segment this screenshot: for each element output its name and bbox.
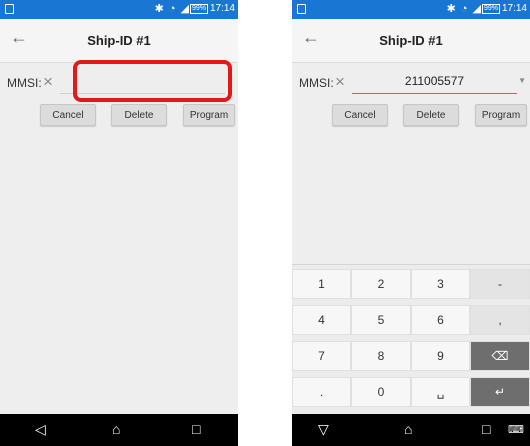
page-title: Ship-ID #1 [379, 33, 443, 48]
clear-icon[interactable]: × [43, 72, 53, 92]
nav-home-icon[interactable]: ⌂ [112, 421, 120, 437]
cancel-button[interactable]: Cancel [332, 104, 388, 126]
key-16[interactable]: ↵ [470, 377, 530, 407]
key-6[interactable]: 5 [351, 305, 411, 335]
mmsi-label: MMSI: [299, 76, 334, 90]
cancel-button[interactable]: Cancel [40, 104, 96, 126]
mmsi-input[interactable] [352, 68, 517, 94]
keyboard-icon[interactable]: ⌨ [508, 423, 524, 436]
key-2[interactable]: 2 [351, 269, 411, 299]
numeric-keypad: 1 2 3- 4 5 6, 7 8 9 ⌫. 0 ␣ ↵ [292, 264, 530, 414]
nav-recent-icon[interactable]: □ [192, 421, 200, 437]
program-button[interactable]: Program [183, 104, 235, 126]
key-8[interactable]: , [470, 305, 530, 335]
system-nav-bar: ▽ ⌂ □ ⌨ [292, 414, 530, 446]
nav-back-icon[interactable]: ▽ [318, 421, 329, 438]
key-12[interactable]: ⌫ [470, 341, 530, 371]
phone-screen-left: ✱ ◔ ◢ 99% 17:14 ← Ship-ID #1 MMSI: × ▼ C… [0, 0, 238, 446]
system-nav-bar: ◁ ⌂ □ [0, 414, 238, 446]
phone-screen-right: ✱ ◔ ◢ 99% 17:14 ← Ship-ID #1 MMSI: × ▼ C… [292, 0, 530, 446]
highlight-box [73, 60, 232, 102]
key-13[interactable]: . [292, 377, 351, 407]
program-button[interactable]: Program [475, 104, 527, 126]
key-7[interactable]: 6 [411, 305, 470, 335]
nav-back-icon[interactable]: ◁ [35, 421, 46, 438]
notification-icon [5, 4, 14, 14]
key-14[interactable]: 0 [351, 377, 411, 407]
status-time: 17:14 [501, 3, 527, 14]
key-15[interactable]: ␣ [411, 377, 470, 407]
mmsi-label: MMSI: [7, 76, 42, 90]
key-10[interactable]: 8 [351, 341, 411, 371]
dropdown-caret-icon[interactable]: ▼ [518, 76, 526, 85]
status-icons: ✱ ◔ ◢ [446, 3, 482, 15]
status-time: 17:14 [209, 3, 235, 14]
app-bar: ← Ship-ID #1 [0, 19, 238, 63]
status-bar: ✱ ◔ ◢ 99% 17:14 [0, 0, 238, 19]
status-bar: ✱ ◔ ◢ 99% 17:14 [292, 0, 530, 19]
nav-home-icon[interactable]: ⌂ [404, 421, 412, 437]
key-4[interactable]: - [470, 269, 530, 299]
battery-icon: 99% [189, 4, 208, 14]
status-icons: ✱ ◔ ◢ [154, 3, 190, 15]
key-11[interactable]: 9 [411, 341, 470, 371]
key-3[interactable]: 3 [411, 269, 470, 299]
key-1[interactable]: 1 [292, 269, 351, 299]
notification-icon [297, 4, 306, 14]
clear-icon[interactable]: × [335, 72, 345, 92]
delete-button[interactable]: Delete [403, 104, 459, 126]
app-bar: ← Ship-ID #1 [292, 19, 530, 63]
page-title: Ship-ID #1 [87, 33, 151, 48]
nav-recent-icon[interactable]: □ [482, 421, 490, 437]
key-9[interactable]: 7 [292, 341, 351, 371]
delete-button[interactable]: Delete [111, 104, 167, 126]
battery-icon: 99% [481, 4, 500, 14]
key-5[interactable]: 4 [292, 305, 351, 335]
